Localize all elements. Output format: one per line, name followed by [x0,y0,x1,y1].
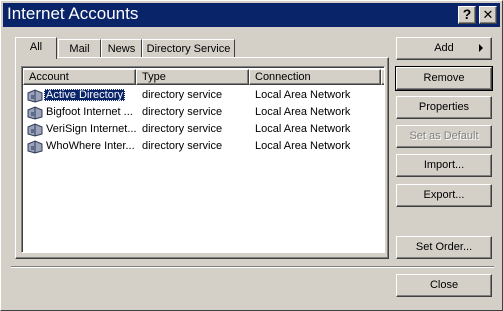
list-item[interactable]: Active Directory directory service Local… [24,87,380,104]
column-header-type[interactable]: Type [136,69,249,85]
account-connection: Local Area Network [255,89,351,101]
add-button-label: Add [434,42,454,54]
title-bar[interactable]: Internet Accounts ? ✕ [3,3,500,27]
tab-news[interactable]: News [101,39,142,59]
account-type: directory service [142,140,223,152]
remove-button-label: Remove [423,72,465,84]
export-button-label: Export... [423,189,465,201]
address-book-icon [27,89,43,103]
column-header-account[interactable]: Account [23,69,136,85]
properties-button[interactable]: Properties [396,96,492,119]
account-name: Bigfoot Internet ... [46,106,133,118]
account-name: Active Directory [44,89,126,101]
window-title: Internet Accounts [7,4,139,23]
accounts-list[interactable]: Account Type Connection Active Directory… [21,66,385,253]
internet-accounts-dialog: Internet Accounts ? ✕ All Mail News Dire… [0,0,503,311]
account-type: directory service [142,106,223,118]
list-item[interactable]: WhoWhere Inter... directory service Loca… [24,138,380,155]
set-order-button-label: Set Order... [415,241,473,253]
remove-button[interactable]: Remove [395,66,493,91]
arrow-right-icon [479,44,483,52]
divider [11,266,494,268]
import-button-label: Import... [423,159,465,171]
tab-label: Mail [69,43,90,55]
close-window-button[interactable]: ✕ [479,6,497,24]
address-book-icon [27,123,43,137]
column-header-label: Type [142,71,166,83]
set-as-default-button-label: Set as Default [409,130,479,142]
help-button[interactable]: ? [458,6,476,24]
account-name: VeriSign Internet... [46,123,137,135]
tab-label: All [29,41,43,53]
column-header-label: Connection [255,71,311,83]
account-connection: Local Area Network [255,140,351,152]
import-button[interactable]: Import... [396,154,492,177]
address-book-icon [27,140,43,154]
properties-button-label: Properties [418,101,470,113]
account-type: directory service [142,123,223,135]
close-button-label: Close [429,279,459,291]
column-header-connection[interactable]: Connection [249,69,381,85]
list-item[interactable]: Bigfoot Internet ... directory service L… [24,104,380,121]
account-connection: Local Area Network [255,123,351,135]
add-button[interactable]: Add [396,37,492,60]
list-item[interactable]: VeriSign Internet... directory service L… [24,121,380,138]
set-order-button[interactable]: Set Order... [396,236,492,259]
export-button[interactable]: Export... [396,184,492,207]
tab-directory-service[interactable]: Directory Service [142,39,235,59]
tab-label: News [107,43,136,55]
tab-all[interactable]: All [15,37,57,59]
close-button[interactable]: Close [396,274,492,297]
set-as-default-button[interactable]: Set as Default [396,125,492,148]
column-header-filler [381,69,384,85]
tab-label: Directory Service [146,43,231,55]
column-header-label: Account [29,71,69,83]
tab-mail[interactable]: Mail [58,39,101,59]
account-type: directory service [142,89,223,101]
account-connection: Local Area Network [255,106,351,118]
address-book-icon [27,106,43,120]
account-name: WhoWhere Inter... [46,140,135,152]
